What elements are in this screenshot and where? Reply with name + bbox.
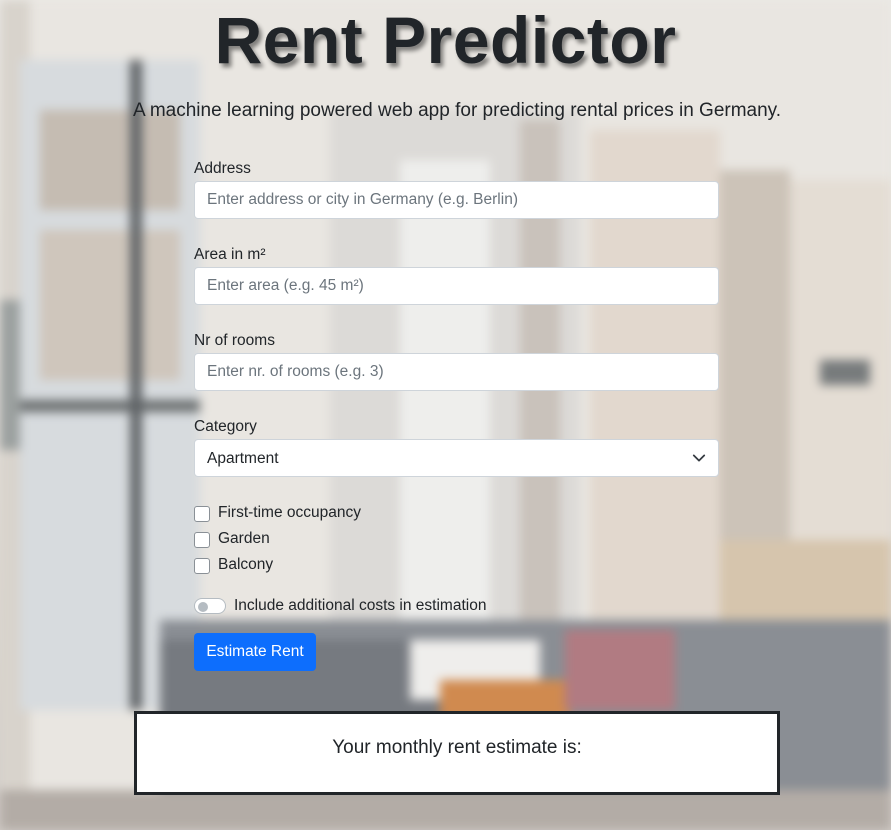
checkbox-box[interactable] [194, 532, 210, 548]
checkbox-label: First-time occupancy [218, 504, 361, 521]
checkbox-box[interactable] [194, 506, 210, 522]
rooms-label: Nr of rooms [194, 332, 275, 349]
category-label: Category [194, 418, 257, 435]
address-label: Address [194, 160, 251, 177]
rent-estimate-label: Your monthly rent estimate is: [332, 737, 582, 758]
rent-predictor-app: Rent Predictor A machine learning powere… [0, 0, 891, 830]
checkbox-label: Garden [218, 530, 270, 547]
checkbox-box[interactable] [194, 558, 210, 574]
chevron-down-icon [692, 454, 706, 462]
category-selected-value: Apartment [207, 450, 279, 467]
page-subtitle: A machine learning powered web app for p… [132, 100, 782, 121]
area-label: Area in m² [194, 246, 266, 263]
estimate-rent-button[interactable]: Estimate Rent [194, 633, 316, 671]
toggle-track[interactable] [194, 598, 226, 614]
address-input[interactable] [194, 181, 719, 219]
toggle-knob [198, 602, 208, 612]
area-input[interactable] [194, 267, 719, 305]
page-title: Rent Predictor [214, 3, 677, 77]
category-select[interactable]: Apartment [194, 439, 719, 477]
rent-estimate-box: Your monthly rent estimate is: [134, 711, 780, 795]
toggle-label: Include additional costs in estimation [234, 597, 487, 614]
rooms-input[interactable] [194, 353, 719, 391]
checkbox-label: Balcony [218, 556, 274, 573]
